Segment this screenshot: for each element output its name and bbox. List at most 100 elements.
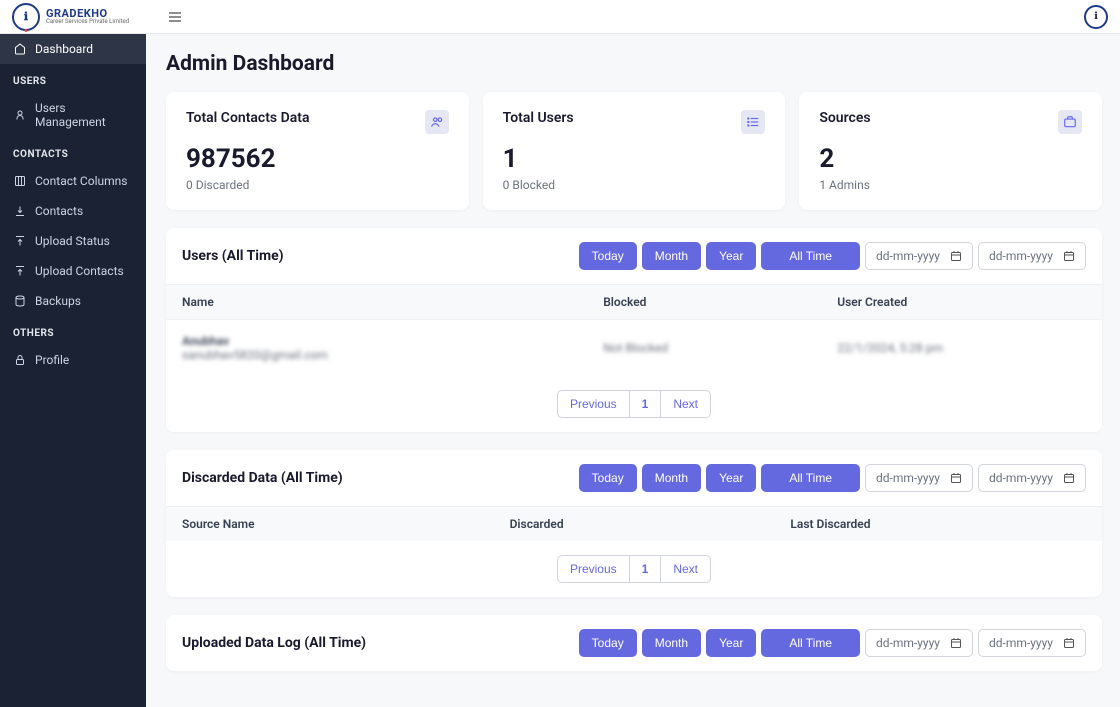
- filter-month-button[interactable]: Month: [642, 464, 701, 492]
- card-total-contacts: Total Contacts Data 987562 0 Discarded: [166, 92, 469, 210]
- card-label: Total Contacts Data: [186, 110, 309, 126]
- menu-toggle-icon[interactable]: [167, 9, 183, 25]
- filter-controls: Today Month Year All Time dd-mm-yyyy dd-…: [579, 242, 1086, 270]
- calendar-icon: [950, 472, 962, 484]
- card-total-users: Total Users 1 0 Blocked: [483, 92, 786, 210]
- filter-year-button[interactable]: Year: [706, 242, 756, 270]
- panel-discarded: Discarded Data (All Time) Today Month Ye…: [166, 450, 1102, 597]
- date-to-input[interactable]: dd-mm-yyyy: [978, 242, 1086, 270]
- page-title: Admin Dashboard: [166, 52, 1102, 76]
- download-icon: [13, 204, 27, 218]
- sidebar-item-users-management[interactable]: Users Management: [0, 93, 146, 137]
- filter-alltime-button[interactable]: All Time: [761, 629, 860, 657]
- date-from-input[interactable]: dd-mm-yyyy: [865, 629, 973, 657]
- main-content: Admin Dashboard Total Contacts Data 9875…: [146, 34, 1120, 707]
- cell-name: Anubhav sanubhav5820@gmail.com: [166, 320, 587, 377]
- users-icon: [425, 110, 449, 134]
- th-name: Name: [166, 285, 587, 320]
- calendar-icon: [1063, 637, 1075, 649]
- filter-month-button[interactable]: Month: [642, 629, 701, 657]
- filter-year-button[interactable]: Year: [706, 629, 756, 657]
- filter-today-button[interactable]: Today: [579, 464, 637, 492]
- nav-label: Upload Contacts: [35, 264, 124, 278]
- home-icon: [13, 42, 27, 56]
- sidebar-item-dashboard[interactable]: Dashboard: [0, 34, 146, 64]
- nav-label: Contacts: [35, 204, 83, 218]
- card-value: 2: [819, 144, 1082, 174]
- filter-alltime-button[interactable]: All Time: [761, 464, 860, 492]
- nav-section-others: OTHERS: [0, 316, 146, 345]
- panel-uploaded: Uploaded Data Log (All Time) Today Month…: [166, 615, 1102, 671]
- th-source: Source Name: [166, 507, 494, 542]
- nav-label: Users Management: [35, 101, 133, 129]
- card-sub: 0 Blocked: [503, 178, 766, 192]
- stat-cards-row: Total Contacts Data 987562 0 Discarded T…: [166, 92, 1102, 210]
- brand-sub: Career Services Private Limited: [46, 19, 129, 25]
- database-icon: [13, 294, 27, 308]
- th-blocked: Blocked: [587, 285, 821, 320]
- nav-label: Upload Status: [35, 234, 110, 248]
- sidebar-item-profile[interactable]: Profile: [0, 345, 146, 375]
- card-label: Total Users: [503, 110, 574, 126]
- sidebar: Dashboard USERS Users Management CONTACT…: [0, 34, 146, 707]
- pagination: Previous 1 Next: [166, 541, 1102, 597]
- sidebar-item-upload-status[interactable]: Upload Status: [0, 226, 146, 256]
- filter-month-button[interactable]: Month: [642, 242, 701, 270]
- sidebar-item-contact-columns[interactable]: Contact Columns: [0, 166, 146, 196]
- pagination-page-button[interactable]: 1: [630, 390, 662, 418]
- pagination-next-button[interactable]: Next: [661, 555, 711, 583]
- list-icon: [741, 110, 765, 134]
- th-last: Last Discarded: [774, 507, 1102, 542]
- card-sub: 1 Admins: [819, 178, 1082, 192]
- lock-icon: [13, 353, 27, 367]
- panel-users: Users (All Time) Today Month Year All Ti…: [166, 228, 1102, 432]
- date-to-input[interactable]: dd-mm-yyyy: [978, 629, 1086, 657]
- card-value: 1: [503, 144, 766, 174]
- pagination-page-button[interactable]: 1: [630, 555, 662, 583]
- calendar-icon: [950, 250, 962, 262]
- pagination-next-button[interactable]: Next: [661, 390, 711, 418]
- filter-today-button[interactable]: Today: [579, 242, 637, 270]
- sidebar-item-contacts[interactable]: Contacts: [0, 196, 146, 226]
- date-from-input[interactable]: dd-mm-yyyy: [865, 242, 973, 270]
- user-icon: [13, 108, 27, 122]
- nav-section-users: USERS: [0, 64, 146, 93]
- logo-mark: ℹ: [12, 3, 40, 31]
- date-to-input[interactable]: dd-mm-yyyy: [978, 464, 1086, 492]
- nav-label: Dashboard: [35, 42, 93, 56]
- topbar-left: ℹ GRADEKHO Career Services Private Limit…: [12, 3, 183, 31]
- card-value: 987562: [186, 144, 449, 174]
- th-created: User Created: [821, 285, 1102, 320]
- cell-created: 22/1/2024, 5:28 pm: [821, 320, 1102, 377]
- upload-icon: [13, 264, 27, 278]
- nav-label: Backups: [35, 294, 81, 308]
- calendar-icon: [1063, 472, 1075, 484]
- columns-icon: [13, 174, 27, 188]
- panel-title: Uploaded Data Log (All Time): [182, 635, 366, 651]
- sidebar-item-upload-contacts[interactable]: Upload Contacts: [0, 256, 146, 286]
- upload-icon: [13, 234, 27, 248]
- filter-controls: Today Month Year All Time dd-mm-yyyy dd-…: [579, 629, 1086, 657]
- panel-title: Discarded Data (All Time): [182, 470, 343, 486]
- card-sub: 0 Discarded: [186, 178, 449, 192]
- users-table: Name Blocked User Created Anubhav sanubh…: [166, 284, 1102, 376]
- filter-controls: Today Month Year All Time dd-mm-yyyy dd-…: [579, 464, 1086, 492]
- filter-alltime-button[interactable]: All Time: [761, 242, 860, 270]
- calendar-icon: [950, 637, 962, 649]
- panel-title: Users (All Time): [182, 248, 284, 264]
- topbar: ℹ GRADEKHO Career Services Private Limit…: [0, 0, 1120, 34]
- pagination-prev-button[interactable]: Previous: [557, 390, 630, 418]
- nav-section-contacts: CONTACTS: [0, 137, 146, 166]
- calendar-icon: [1063, 250, 1075, 262]
- nav-label: Contact Columns: [35, 174, 127, 188]
- filter-today-button[interactable]: Today: [579, 629, 637, 657]
- filter-year-button[interactable]: Year: [706, 464, 756, 492]
- nav-label: Profile: [35, 353, 69, 367]
- user-avatar[interactable]: ℹ: [1084, 5, 1108, 29]
- pagination-prev-button[interactable]: Previous: [557, 555, 630, 583]
- card-label: Sources: [819, 110, 870, 126]
- date-from-input[interactable]: dd-mm-yyyy: [865, 464, 973, 492]
- discarded-table: Source Name Discarded Last Discarded: [166, 506, 1102, 541]
- sidebar-item-backups[interactable]: Backups: [0, 286, 146, 316]
- briefcase-icon: [1058, 110, 1082, 134]
